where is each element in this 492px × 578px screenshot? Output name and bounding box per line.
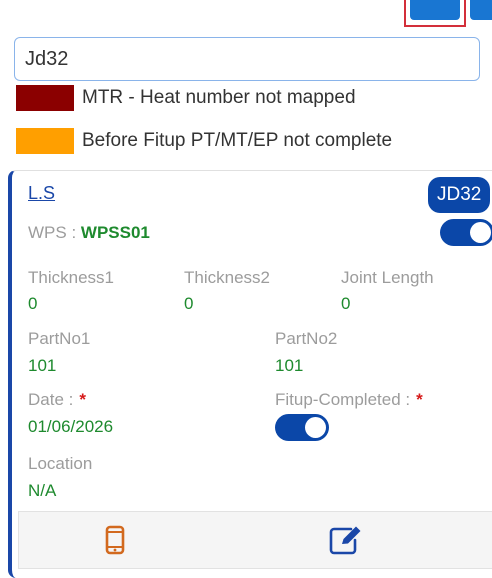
top-action-button-secondary[interactable] bbox=[470, 0, 492, 20]
fitup-toggle[interactable] bbox=[275, 414, 329, 441]
joint-id-badge: JD32 bbox=[428, 177, 491, 213]
fitup-required-mark: * bbox=[416, 390, 423, 409]
date-label-row: Date : * bbox=[28, 390, 86, 410]
location-label: Location bbox=[28, 454, 93, 473]
wps-value: WPSS01 bbox=[80, 223, 150, 242]
wps-toggle-knob bbox=[470, 222, 491, 243]
partno1-value: 101 bbox=[28, 356, 57, 375]
legend-swatch-mtr bbox=[16, 85, 74, 111]
thickness2-value: 0 bbox=[184, 294, 194, 313]
joint-card[interactable]: L.S JD32 WPS : WPSS01 Thickness1 0 Thick… bbox=[8, 170, 492, 578]
edit-icon[interactable] bbox=[329, 525, 363, 560]
joint-length-label: Joint Length bbox=[341, 268, 434, 287]
legend-label-fitup: Before Fitup PT/MT/EP not complete bbox=[82, 130, 393, 151]
fitup-label-row: Fitup-Completed : * bbox=[275, 390, 423, 410]
fitup-toggle-knob bbox=[305, 417, 326, 438]
top-action-button[interactable] bbox=[410, 0, 460, 20]
thickness1-value: 0 bbox=[28, 294, 38, 313]
search-input[interactable] bbox=[14, 37, 480, 81]
wps-label: WPS : bbox=[28, 223, 77, 242]
mobile-phone-icon[interactable] bbox=[105, 525, 125, 560]
legend-item-fitup: Before Fitup PT/MT/EP not complete bbox=[16, 128, 392, 154]
card-title-link[interactable]: L.S bbox=[28, 183, 55, 204]
date-value[interactable]: 01/06/2026 bbox=[28, 417, 113, 437]
legend-swatch-fitup bbox=[16, 128, 74, 154]
partno2-label: PartNo2 bbox=[275, 329, 338, 348]
legend-item-mtr: MTR - Heat number not mapped bbox=[16, 85, 356, 111]
joint-length-value: 0 bbox=[341, 294, 351, 313]
wps-row: WPS : WPSS01 bbox=[28, 223, 150, 243]
legend-label-mtr: MTR - Heat number not mapped bbox=[82, 87, 356, 108]
partno2-value: 101 bbox=[275, 356, 304, 375]
fitup-label: Fitup-Completed : bbox=[275, 390, 411, 409]
date-required-mark: * bbox=[79, 390, 86, 409]
partno1-label: PartNo1 bbox=[28, 329, 91, 348]
date-label: Date : bbox=[28, 390, 74, 409]
card-actions-bar bbox=[18, 511, 492, 569]
location-value: N/A bbox=[28, 481, 57, 500]
thickness1-label: Thickness1 bbox=[28, 268, 114, 287]
wps-toggle[interactable] bbox=[440, 219, 492, 246]
thickness2-label: Thickness2 bbox=[184, 268, 270, 287]
